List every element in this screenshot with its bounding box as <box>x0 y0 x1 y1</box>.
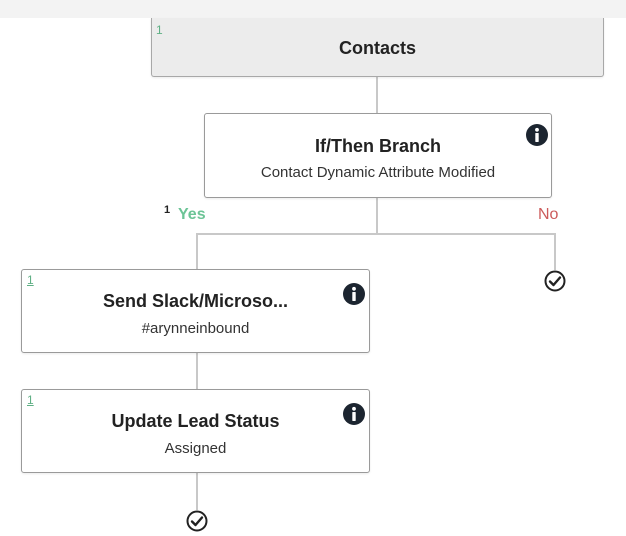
connector-no-down <box>554 233 556 270</box>
connector-contacts-branch <box>376 77 378 113</box>
info-icon[interactable] <box>343 403 365 425</box>
info-icon[interactable] <box>343 283 365 305</box>
canvas-top-bar <box>0 0 626 18</box>
if-then-branch-node[interactable]: If/Then Branch Contact Dynamic Attribute… <box>204 113 552 198</box>
update-lead-status-node[interactable]: 1 Update Lead Status Assigned <box>21 389 370 473</box>
branch-title: If/Then Branch <box>314 136 441 156</box>
contacts-node[interactable]: 1 Contacts <box>151 18 604 77</box>
lead-count-link[interactable]: 1 <box>27 393 34 407</box>
slack-count-link[interactable]: 1 <box>27 273 34 287</box>
info-icon[interactable] <box>526 124 548 146</box>
contacts-count: 1 <box>156 23 163 37</box>
connector-yes-down <box>196 233 198 269</box>
branch-subtitle: Contact Dynamic Attribute Modified <box>260 164 496 181</box>
lead-title: Update Lead Status <box>111 411 280 431</box>
connector-branch-horizontal <box>196 233 556 235</box>
lead-subtitle: Assigned <box>164 440 227 457</box>
check-circle-icon <box>186 510 208 532</box>
connector-branch-split <box>376 198 378 234</box>
connector-lead-end <box>196 473 198 510</box>
connector-slack-lead <box>196 353 198 389</box>
slack-title: Send Slack/Microso... <box>102 291 289 311</box>
contacts-title: Contacts <box>338 38 416 58</box>
send-slack-node[interactable]: 1 Send Slack/Microso... #arynneinbound <box>21 269 370 353</box>
branch-yes-label: Yes <box>178 206 206 223</box>
check-circle-icon <box>544 270 566 292</box>
branch-no-label: No <box>538 206 559 223</box>
branch-yes-count: 1 <box>164 204 171 216</box>
slack-subtitle: #arynneinbound <box>141 320 250 337</box>
